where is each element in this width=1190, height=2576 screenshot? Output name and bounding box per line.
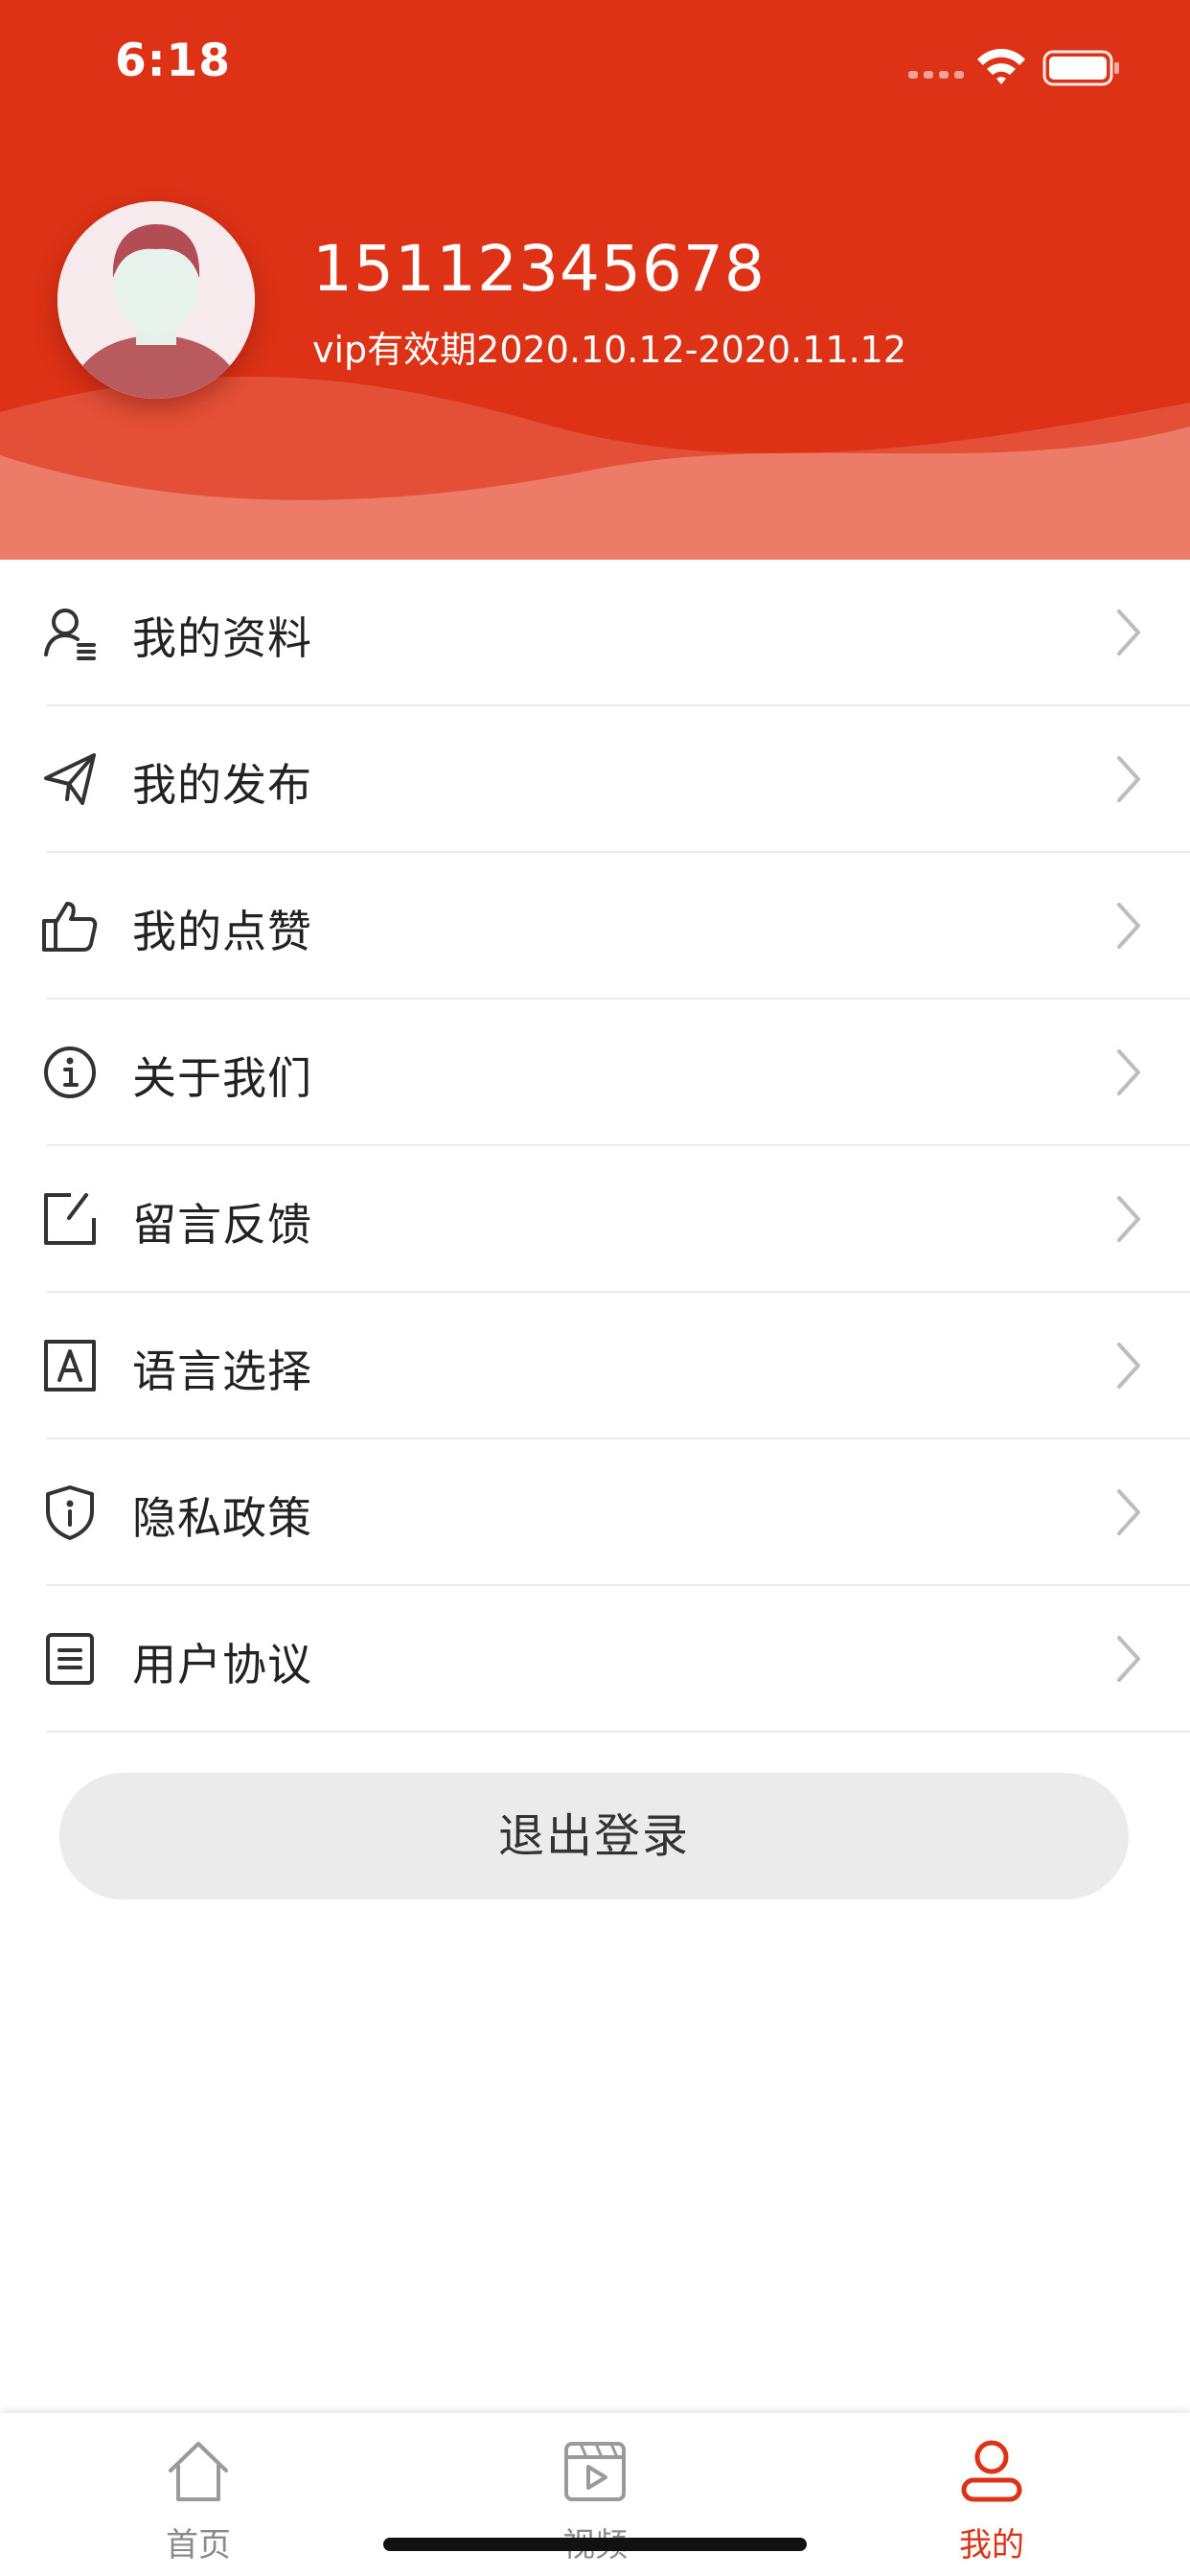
menu-label: 用户协议 <box>132 1639 312 1690</box>
menu-label: 我的发布 <box>132 759 312 811</box>
menu-item-my-likes[interactable]: 我的点赞 <box>0 853 1190 1000</box>
home-icon <box>169 2442 228 2501</box>
menu-label: 关于我们 <box>132 1052 312 1104</box>
menu-label: 隐私政策 <box>132 1492 312 1544</box>
menu-label: 语言选择 <box>132 1346 312 1397</box>
menu-label: 我的资料 <box>132 612 312 664</box>
status-icons <box>908 49 1119 86</box>
menu-item-language[interactable]: 语言选择 <box>0 1293 1190 1439</box>
video-icon <box>564 2442 626 2501</box>
chevron-right-icon <box>1117 1196 1140 1242</box>
tab-label: 我的 <box>959 2526 1024 2564</box>
profile-screen: 6:18 15112345678 vip有效期2020.10.12-2020.1… <box>0 0 1190 2576</box>
tab-label: 首页 <box>166 2526 231 2564</box>
edit-note-icon <box>44 1193 96 1245</box>
chevron-right-icon <box>1117 1343 1140 1389</box>
chevron-right-icon <box>1117 1636 1140 1682</box>
info-icon <box>44 1046 96 1098</box>
menu-item-my-profile[interactable]: 我的资料 <box>0 560 1190 706</box>
divider <box>46 1731 1190 1733</box>
bottom-tab-bar: 首页 视频 我的 <box>0 2413 1190 2576</box>
profile-phone: 15112345678 <box>312 232 766 306</box>
vip-validity: vip有效期2020.10.12-2020.11.12 <box>312 329 907 371</box>
paper-plane-icon <box>44 753 96 805</box>
wifi-icon <box>977 49 1025 84</box>
shield-icon <box>46 1485 94 1540</box>
tab-video[interactable]: 视频 <box>518 2413 672 2576</box>
battery-icon <box>1042 50 1119 86</box>
person-icon <box>961 2440 1022 2502</box>
home-indicator <box>383 2538 807 2551</box>
cellular-signal-icon <box>908 71 964 79</box>
user-profile-icon <box>44 609 96 660</box>
logout-button[interactable]: 退出登录 <box>59 1773 1129 1899</box>
chevron-right-icon <box>1117 610 1140 656</box>
settings-menu: 我的资料 我的发布 我的点赞 关于我们 留言反馈 语言选择 隐私政策 用户协议 <box>0 560 1190 1733</box>
menu-item-feedback[interactable]: 留言反馈 <box>0 1146 1190 1293</box>
menu-label: 留言反馈 <box>132 1199 312 1251</box>
thumbs-up-icon <box>42 902 98 952</box>
chevron-right-icon <box>1117 1049 1140 1095</box>
menu-item-about-us[interactable]: 关于我们 <box>0 1000 1190 1146</box>
avatar[interactable] <box>57 201 255 399</box>
menu-item-user-agreement[interactable]: 用户协议 <box>0 1586 1190 1733</box>
letter-a-icon <box>44 1340 96 1392</box>
chevron-right-icon <box>1117 903 1140 949</box>
menu-item-my-posts[interactable]: 我的发布 <box>0 706 1190 853</box>
status-bar: 6:18 <box>0 0 1190 128</box>
profile-header: 6:18 15112345678 vip有效期2020.10.12-2020.1… <box>0 0 1190 560</box>
tab-home[interactable]: 首页 <box>122 2413 275 2576</box>
menu-item-privacy-policy[interactable]: 隐私政策 <box>0 1439 1190 1586</box>
menu-label: 我的点赞 <box>132 906 312 957</box>
tab-mine[interactable]: 我的 <box>915 2413 1068 2576</box>
document-icon <box>46 1633 94 1685</box>
chevron-right-icon <box>1117 1489 1140 1535</box>
chevron-right-icon <box>1117 756 1140 802</box>
avatar-person-icon <box>57 201 255 399</box>
status-time: 6:18 <box>115 34 231 87</box>
